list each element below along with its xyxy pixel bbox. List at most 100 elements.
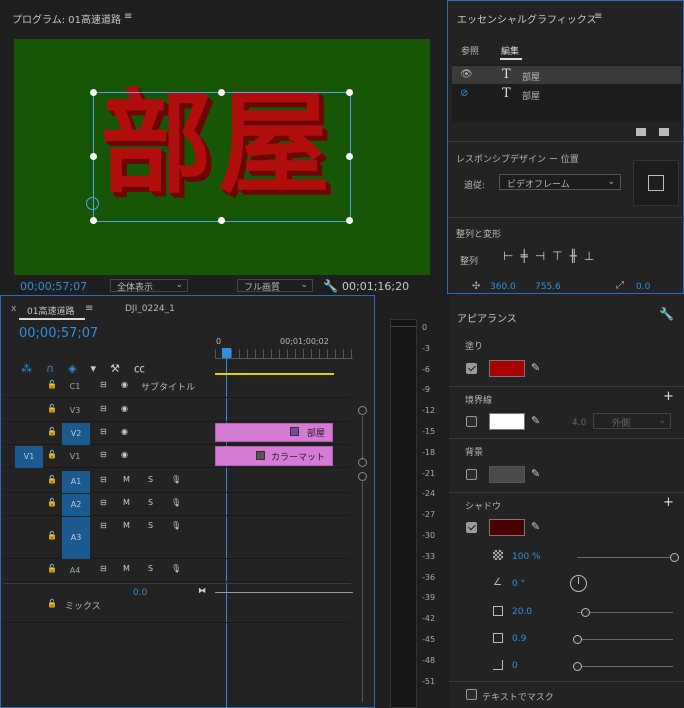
timeline-timecode[interactable]: 00;00;57;07 xyxy=(19,326,98,341)
align-right-icon[interactable]: ⊣ xyxy=(535,249,552,263)
size-knob[interactable] xyxy=(573,635,582,644)
eyedropper-icon[interactable]: ✎ xyxy=(531,520,540,533)
eye-icon[interactable]: 👁 xyxy=(460,69,473,80)
quality-dropdown[interactable]: フル画質 ⌄ xyxy=(237,279,313,293)
tab-browse[interactable]: 参照 xyxy=(461,44,479,57)
layer-row[interactable]: ⊘ T 部屋 xyxy=(452,85,681,103)
snap-icon[interactable]: ∩ xyxy=(46,362,68,375)
track-id[interactable]: V2 xyxy=(62,423,90,445)
source-patch[interactable]: V1 xyxy=(15,446,43,468)
solo-button[interactable]: S xyxy=(148,475,153,484)
shadow-swatch[interactable] xyxy=(489,519,525,536)
eyedropper-icon[interactable]: ✎ xyxy=(531,467,540,480)
solo-button[interactable]: S xyxy=(148,521,153,530)
new-group-icon[interactable] xyxy=(636,128,646,136)
track-id[interactable]: V1 xyxy=(66,450,84,464)
marker-icon[interactable]: ▾ xyxy=(91,362,111,375)
add-shadow-icon[interactable]: + xyxy=(663,495,674,510)
blur-value[interactable]: 0 xyxy=(512,661,518,671)
angle-dial[interactable] xyxy=(570,575,587,592)
sync-lock-icon[interactable]: ⊟ xyxy=(100,404,107,413)
microphone-icon[interactable]: 🎙 xyxy=(171,475,181,484)
eye-icon[interactable]: ◉ xyxy=(121,427,128,436)
mask-checkbox[interactable] xyxy=(466,689,477,700)
scroll-handle[interactable] xyxy=(358,472,367,481)
track-id[interactable]: A4 xyxy=(66,564,84,578)
blur-slider[interactable] xyxy=(577,666,673,667)
align-center-v-icon[interactable]: ╫ xyxy=(570,249,584,263)
opacity-value[interactable]: 100 % xyxy=(512,552,541,562)
background-swatch[interactable] xyxy=(489,466,525,483)
scroll-handle[interactable] xyxy=(358,406,367,415)
track-id[interactable]: A3 xyxy=(62,517,90,559)
lock-icon[interactable]: 🔓 xyxy=(47,475,57,484)
angle-value[interactable]: 0 ° xyxy=(512,579,525,589)
mute-button[interactable]: M xyxy=(123,498,130,507)
scrollbar-track[interactable] xyxy=(362,482,363,702)
anchor-point-icon[interactable] xyxy=(86,197,99,210)
eye-icon[interactable]: ◉ xyxy=(121,450,128,459)
eye-hidden-icon[interactable]: ⊘ xyxy=(460,88,468,99)
size-value[interactable]: 0.9 xyxy=(512,634,526,644)
position-x-value[interactable]: 360.0 xyxy=(490,282,516,292)
resize-handle[interactable] xyxy=(90,217,97,224)
mute-button[interactable]: M xyxy=(123,564,130,573)
panel-menu-icon[interactable]: ≡ xyxy=(85,303,93,314)
track-id[interactable]: A1 xyxy=(62,471,90,493)
new-layer-icon[interactable] xyxy=(659,128,669,136)
lock-icon[interactable]: 🔓 xyxy=(47,564,57,573)
eyedropper-icon[interactable]: ✎ xyxy=(531,414,540,427)
align-buttons[interactable]: ⊢╪⊣⊤╫⊥ xyxy=(503,249,601,263)
eye-icon[interactable]: ◉ xyxy=(121,404,128,413)
stroke-checkbox[interactable] xyxy=(466,416,477,427)
scroll-handle[interactable] xyxy=(358,458,367,467)
eyedropper-icon[interactable]: ✎ xyxy=(531,361,540,374)
layer-row[interactable]: 👁 T 部屋 xyxy=(452,66,681,84)
panel-menu-icon[interactable]: ≡ xyxy=(124,11,132,22)
clip-graphic[interactable]: 部屋 xyxy=(215,423,333,442)
track-id[interactable]: A2 xyxy=(62,494,90,516)
lock-icon[interactable]: 🔓 xyxy=(47,531,57,540)
position-y-value[interactable]: 755.6 xyxy=(535,282,561,292)
lock-icon[interactable]: 🔓 xyxy=(47,380,57,389)
zoom-dropdown[interactable]: 全体表示 ⌄ xyxy=(110,279,188,293)
resize-handle[interactable] xyxy=(218,89,225,96)
bowtie-icon[interactable]: ⧓ xyxy=(198,586,206,595)
microphone-icon[interactable]: 🎙 xyxy=(171,498,181,507)
resize-handle[interactable] xyxy=(90,89,97,96)
sync-lock-icon[interactable]: ⊟ xyxy=(100,380,107,389)
linked-selection-icon[interactable]: ◈ xyxy=(68,362,90,375)
scrollbar-track[interactable] xyxy=(362,416,363,460)
lock-icon[interactable]: 🔓 xyxy=(47,498,57,507)
lock-icon[interactable]: 🔓 xyxy=(47,599,57,608)
sync-lock-icon[interactable]: ⊟ xyxy=(100,475,107,484)
mute-button[interactable]: M xyxy=(123,521,130,530)
tab-edit[interactable]: 編集 xyxy=(501,44,519,57)
opacity-knob[interactable] xyxy=(670,553,679,562)
wrench-icon[interactable]: 🔧 xyxy=(323,279,338,293)
shadow-checkbox[interactable] xyxy=(466,522,477,533)
microphone-icon[interactable]: 🎙 xyxy=(171,564,181,573)
resize-handle[interactable] xyxy=(346,217,353,224)
opacity-slider[interactable] xyxy=(577,557,673,558)
fill-checkbox[interactable] xyxy=(466,363,477,374)
align-center-h-icon[interactable]: ╪ xyxy=(520,249,534,263)
stroke-type-dropdown[interactable]: 外側 ⌄ xyxy=(593,413,671,429)
resize-handle[interactable] xyxy=(346,89,353,96)
align-left-icon[interactable]: ⊢ xyxy=(503,249,520,263)
mix-value[interactable]: 0.0 xyxy=(133,588,147,598)
lock-icon[interactable]: 🔓 xyxy=(47,427,57,436)
align-bottom-icon[interactable]: ⊥ xyxy=(584,249,601,263)
panel-menu-icon[interactable]: ≡ xyxy=(594,11,602,22)
eye-icon[interactable]: ◉ xyxy=(121,380,128,389)
nest-icon[interactable]: ⁂ xyxy=(21,362,46,375)
follow-dropdown[interactable]: ビデオフレーム ⌄ xyxy=(499,174,621,190)
mute-button[interactable]: M xyxy=(123,475,130,484)
solo-button[interactable]: S xyxy=(148,498,153,507)
pin-to-widget[interactable] xyxy=(633,160,679,206)
wrench-icon[interactable]: 🔧 xyxy=(659,307,674,321)
sync-lock-icon[interactable]: ⊟ xyxy=(100,427,107,436)
selection-bounding-box[interactable] xyxy=(90,89,353,224)
clip-color-matte[interactable]: カラーマット xyxy=(215,446,333,466)
size-slider[interactable] xyxy=(577,639,673,640)
